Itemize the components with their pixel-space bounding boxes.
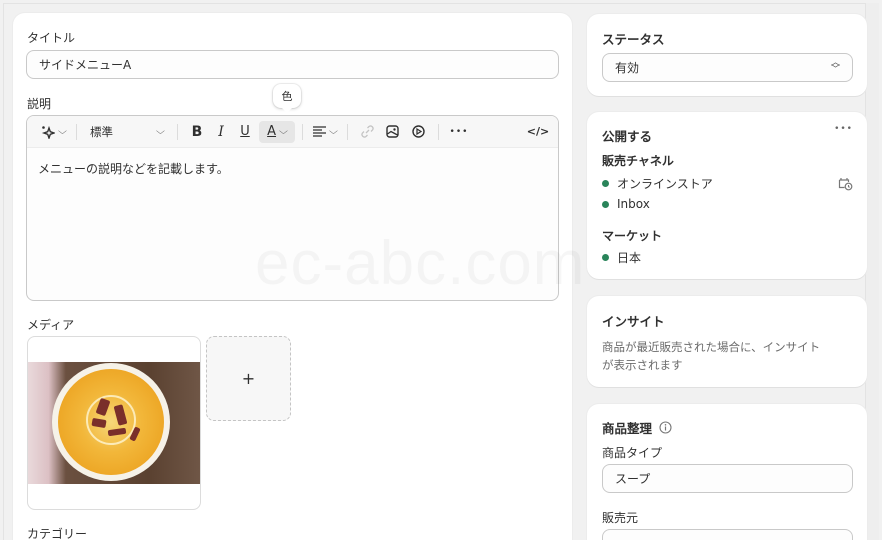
organization-title: 商品整理 [602,421,653,436]
toolbar-divider [302,123,303,140]
market-item: 日本 [602,249,641,266]
insights-body: 商品が最近販売された場合に、インサイトが表示されます [602,340,821,372]
editor-toolbar: ⌵ 標準 ⌵ B I U A ⌵ ⌵ ••• </> [27,116,558,148]
status-select-value: 有効 [615,61,640,75]
toolbar-divider [76,123,77,140]
publishing-title: 公開する [602,129,653,144]
underline-button[interactable]: U [233,121,257,143]
description-editor: ⌵ 標準 ⌵ B I U A ⌵ ⌵ ••• </> メニューの説明などを記載し… [26,115,559,301]
info-icon[interactable] [659,421,672,434]
align-left-icon [313,126,327,137]
scrollbar-track[interactable] [865,3,879,540]
product-type-input[interactable]: スープ [602,464,853,493]
status-select[interactable]: 有効 ︿ ﹀ [602,53,853,82]
ai-generate-button[interactable]: ⌵ [37,121,69,143]
media-label: メディア [27,318,75,332]
chevron-down-icon: ⌵ [279,126,288,137]
chevron-down-icon: ⌵ [156,126,166,137]
sales-channels-title: 販売チャネル [602,154,674,168]
schedule-button[interactable] [838,176,853,194]
publishing-card: 公開する ••• 販売チャネル オンラインストア Inbox マーケット 日本 [587,112,867,279]
vendor-label: 販売元 [602,511,639,525]
toolbar-divider [438,123,439,140]
italic-button[interactable]: I [209,121,233,143]
channel-label: オンラインストア [617,177,713,191]
html-code-button[interactable]: </> [526,121,550,143]
title-input-value: サイドメニューA [39,58,132,72]
soup-image [28,362,200,484]
organization-title-row: 商品整理 [602,418,672,437]
link-icon [360,125,374,138]
insert-image-button[interactable] [379,121,405,143]
chevron-down-icon: ⌵ [57,126,67,137]
status-title: ステータス [602,32,665,47]
product-type-label: 商品タイプ [602,446,663,460]
align-button[interactable]: ⌵ [310,121,340,143]
markets-title: マーケット [602,229,663,243]
select-arrows-icon: ︿ ﹀ [830,58,840,75]
format-select-value: 標準 [90,124,113,139]
color-tooltip: 色 [273,84,301,113]
status-card: ステータス 有効 ︿ ﹀ [587,14,867,96]
product-type-value: スープ [615,472,651,486]
category-label: カテゴリー [27,527,88,540]
text-color-icon: A [267,124,277,139]
sparkle-icon [41,125,55,139]
title-label: タイトル [27,31,76,45]
text-color-button[interactable]: A ⌵ [259,120,295,143]
channel-item: Inbox [602,197,650,211]
insights-card: インサイト 商品が最近販売された場合に、インサイトが表示されます [587,296,867,387]
link-button[interactable] [355,121,379,143]
bold-button[interactable]: B [185,121,209,143]
status-dot [602,200,609,208]
chevron-down-icon: ⌵ [329,126,338,137]
market-label: 日本 [617,251,642,265]
toolbar-divider [177,123,178,140]
format-select[interactable]: 標準 ⌵ [84,121,170,143]
insights-title: インサイト [602,314,665,329]
toolbar-divider [347,123,348,140]
channel-item: オンラインストア [602,175,713,192]
calendar-clock-icon [838,178,853,191]
description-label: 説明 [27,97,52,111]
title-input[interactable]: サイドメニューA [26,50,559,79]
more-horizontal-icon[interactable]: ••• [834,124,853,134]
bowl-shape [52,363,170,481]
channel-label: Inbox [617,197,650,211]
vendor-input[interactable] [602,529,853,540]
soup-shape [58,369,164,475]
insert-video-button[interactable] [405,121,431,143]
add-media-button[interactable]: + [206,336,291,421]
image-icon [385,125,399,138]
status-dot [602,254,609,261]
status-dot [602,180,609,187]
more-options-button[interactable]: ••• [446,121,472,143]
description-editor-content[interactable]: メニューの説明などを記載します。 [27,148,558,189]
media-thumbnail[interactable] [27,336,201,510]
product-organization-card: 商品整理 商品タイプ スープ 販売元 [587,404,867,540]
video-icon [411,125,425,138]
